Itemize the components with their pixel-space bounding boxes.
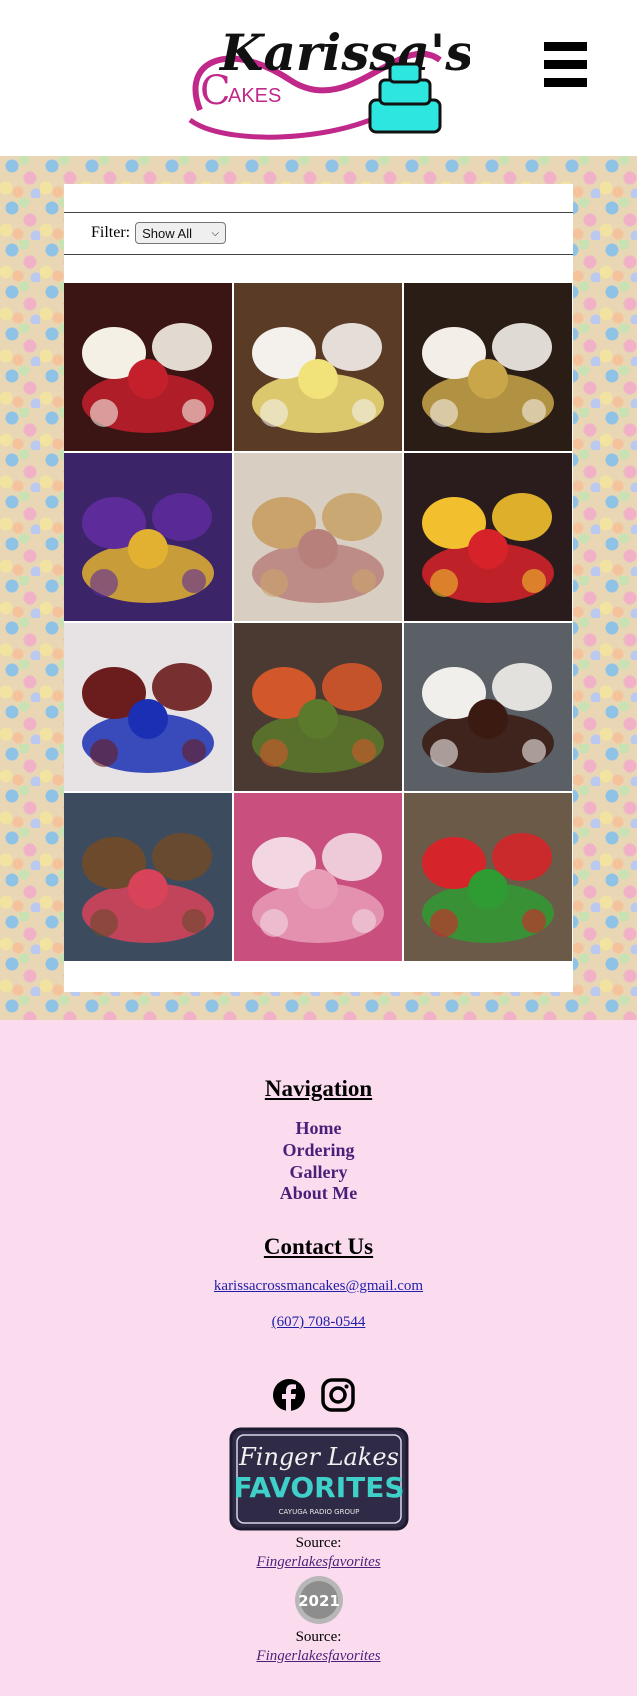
nav-link-ordering[interactable]: Ordering	[0, 1140, 637, 1161]
gallery-photo	[404, 793, 572, 961]
gallery-photo	[64, 793, 232, 961]
sprinkle-background: Filter: Show All ⌵	[0, 156, 637, 1020]
nav-link-home[interactable]: Home	[0, 1118, 637, 1139]
logo-subtitle: AKES	[228, 85, 281, 107]
source-label: Source:	[295, 1629, 342, 1645]
gallery-tile[interactable]	[234, 283, 402, 451]
divider	[64, 254, 573, 255]
year-badge-text: 2021	[298, 1592, 340, 1610]
logo-title: Karissa's	[218, 23, 470, 82]
gallery-tile[interactable]	[234, 793, 402, 961]
gallery-tile[interactable]	[64, 623, 232, 791]
gallery-panel: Filter: Show All ⌵	[64, 184, 573, 992]
gallery-photo	[64, 453, 232, 621]
gallery-photo	[404, 283, 572, 451]
hamburger-menu-icon[interactable]	[544, 42, 587, 87]
gallery-photo	[234, 283, 402, 451]
gallery-photo	[234, 793, 402, 961]
filter-label: Filter:	[91, 224, 131, 241]
gallery-tile[interactable]	[234, 453, 402, 621]
divider	[64, 212, 573, 213]
contact-heading: Contact Us	[263, 1234, 374, 1259]
nav-link-gallery[interactable]: Gallery	[0, 1162, 637, 1183]
gallery-tile[interactable]	[404, 793, 572, 961]
gallery-grid	[64, 283, 573, 962]
logo-initial: C	[200, 68, 231, 114]
source-link[interactable]: Fingerlakesfavorites	[0, 1554, 637, 1571]
gallery-tile[interactable]	[64, 793, 232, 961]
gallery-tile[interactable]	[404, 283, 572, 451]
filter-row: Filter: Show All ⌵	[91, 222, 227, 244]
badge-title-2: FAVORITES	[233, 1471, 404, 1504]
nav-link-about[interactable]: About Me	[0, 1183, 637, 1204]
site-logo[interactable]: Karissa's AKES C	[170, 0, 473, 150]
gallery-photo	[234, 623, 402, 791]
source-label: Source:	[295, 1535, 342, 1551]
site-footer: Navigation Home Ordering Gallery About M…	[0, 1020, 637, 1696]
badge-sub: CAYUGA RADIO GROUP	[279, 1508, 360, 1516]
email-link[interactable]: karissacrossmancakes@gmail.com	[0, 1278, 637, 1295]
filter-select[interactable]: Show All ⌵	[135, 222, 227, 244]
gallery-tile[interactable]	[404, 453, 572, 621]
year-badge: 2021	[295, 1576, 343, 1624]
gallery-photo	[64, 623, 232, 791]
phone-link[interactable]: (607) 708-0544	[0, 1314, 637, 1331]
chevron-down-icon: ⌵	[211, 227, 220, 239]
gallery-tile[interactable]	[64, 283, 232, 451]
filter-value: Show All	[142, 225, 192, 241]
nav-heading: Navigation	[264, 1076, 373, 1101]
facebook-icon[interactable]	[272, 1378, 306, 1412]
instagram-icon[interactable]	[321, 1378, 355, 1412]
gallery-tile[interactable]	[234, 623, 402, 791]
gallery-photo	[404, 453, 572, 621]
gallery-photo	[64, 283, 232, 451]
gallery-tile[interactable]	[404, 623, 572, 791]
gallery-photo	[404, 623, 572, 791]
finger-lakes-favorites-badge[interactable]: Finger Lakes FAVORITES CAYUGA RADIO GROU…	[229, 1427, 409, 1531]
source-link[interactable]: Fingerlakesfavorites	[0, 1648, 637, 1665]
badge-title-1: Finger Lakes	[238, 1443, 399, 1471]
gallery-photo	[234, 453, 402, 621]
gallery-tile[interactable]	[64, 453, 232, 621]
site-header: Karissa's AKES C	[0, 0, 637, 156]
